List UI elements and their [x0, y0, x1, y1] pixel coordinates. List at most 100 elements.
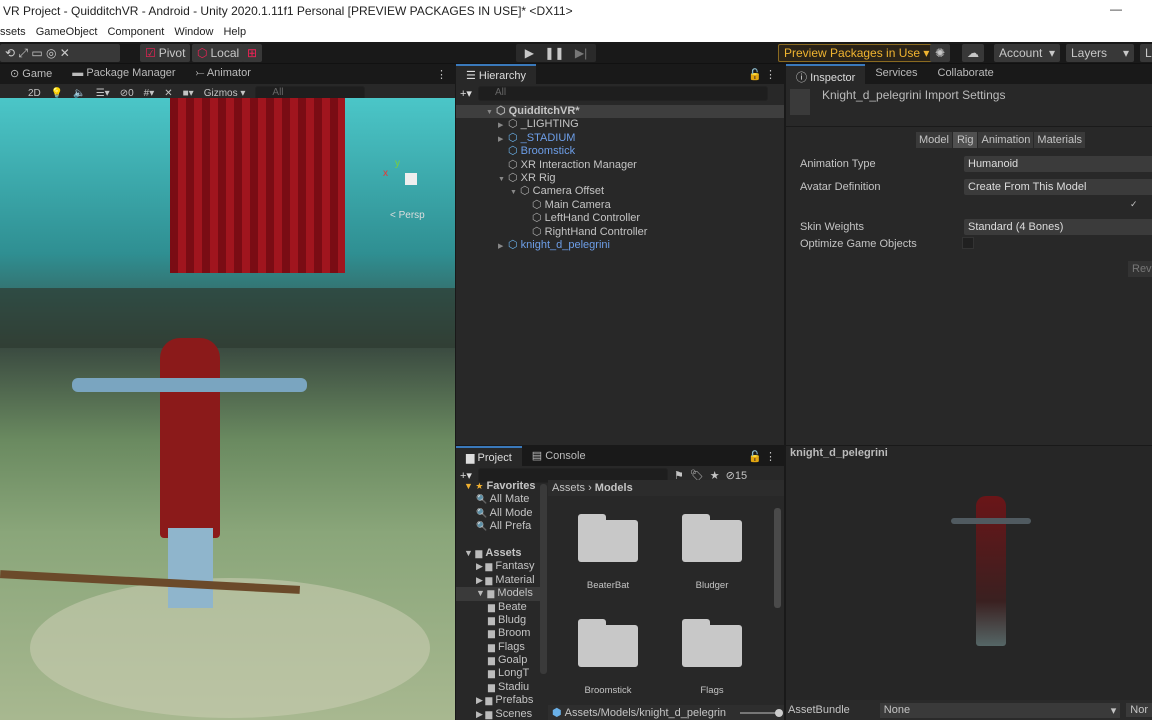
project-tree-item[interactable]: ▼ ★ Favorites	[456, 480, 540, 493]
project-tree-item[interactable]: 🔍 All Mode	[456, 507, 540, 520]
local-toggle[interactable]: ⬡ Local	[192, 44, 245, 62]
project-tree-item[interactable]: ▆ Stadiu	[456, 681, 540, 694]
project-tree-item[interactable]: ▆ Beate	[456, 601, 540, 614]
project-tree-item[interactable]: ▆ Flags	[456, 641, 540, 654]
hierarchy-item[interactable]: ⬡ Broomstick	[456, 145, 784, 158]
menu-item[interactable]: Component	[107, 26, 164, 42]
project-tree-item[interactable]: 🔍 All Prefa	[456, 520, 540, 533]
audio-icon[interactable]: 🔈	[73, 88, 85, 99]
assetbundle-dropdown[interactable]: None ▾	[879, 702, 1121, 718]
grid-scrollbar[interactable]	[774, 508, 781, 608]
folder-icon[interactable]	[578, 514, 638, 562]
skin-weights-dropdown[interactable]: Standard (4 Bones)	[964, 219, 1152, 235]
effects-icon[interactable]: ☰▾	[96, 88, 110, 99]
hierarchy-item[interactable]: ⬡ XR Interaction Manager	[456, 159, 784, 172]
more-menu-icon[interactable]: ⋮	[436, 68, 455, 81]
tab-animator[interactable]: ⤚ Animator	[186, 64, 261, 84]
project-tree-item[interactable]: ▼ ▆ Models	[456, 587, 540, 601]
project-tree-item[interactable]: ▶ ▆ Material	[456, 574, 540, 587]
variant-dropdown[interactable]: Nor	[1126, 703, 1152, 717]
revert-button[interactable]: Rev	[1128, 261, 1152, 277]
menu-item[interactable]: GameObject	[36, 26, 98, 42]
hierarchy-search-input[interactable]: All	[477, 85, 768, 101]
gizmo-cube[interactable]	[405, 173, 417, 185]
camera-icon[interactable]: ■▾	[183, 88, 194, 99]
tab-collaborate[interactable]: Collaborate	[928, 64, 1004, 84]
folder-label[interactable]: Flags	[662, 685, 762, 696]
project-tree-item[interactable]: ▶ ▆ Fantasy	[456, 560, 540, 573]
folder-label[interactable]: Bludger	[662, 580, 762, 591]
hidden-objects-toggle[interactable]: ⊘0	[120, 88, 134, 99]
hierarchy-item[interactable]: ▼ ⬡ XR Rig	[456, 172, 784, 185]
transform-tools[interactable]: ⟲ ⤢ ▭ ◎ ✕	[0, 44, 120, 62]
expand-arrow-icon[interactable]: ▼	[486, 106, 496, 119]
pause-button[interactable]: ❚❚	[544, 46, 564, 60]
lock-icon[interactable]: 🔓 ⋮	[748, 450, 784, 463]
tab-package-manager[interactable]: ▬ Package Manager	[62, 64, 185, 84]
menu-item[interactable]: Window	[174, 26, 213, 42]
tab-game[interactable]: ⊙ Game	[0, 64, 62, 84]
project-tree-item[interactable]: ▆ LongT	[456, 667, 540, 680]
cloud-icon[interactable]: ☁	[962, 44, 984, 62]
lighting-icon[interactable]: 💡	[51, 88, 63, 99]
subtab-rig[interactable]: Rig	[952, 132, 978, 148]
create-button[interactable]: +▾	[460, 87, 472, 100]
expand-arrow-icon[interactable]: ▼	[498, 173, 508, 186]
subtab-animation[interactable]: Animation	[978, 132, 1034, 148]
menu-item[interactable]: ssets	[0, 26, 26, 42]
subtab-materials[interactable]: Materials	[1034, 132, 1086, 148]
tab-console[interactable]: ▤ Console	[522, 446, 596, 466]
folder-label[interactable]: BeaterBat	[558, 580, 658, 591]
hierarchy-item[interactable]: ▶ ⬡ _STADIUM	[456, 132, 784, 145]
menu-item[interactable]: Help	[223, 26, 246, 42]
folder-icon[interactable]	[682, 619, 742, 667]
icon-size-slider[interactable]	[740, 708, 783, 717]
scene-viewport[interactable]: y x < Persp	[0, 98, 455, 720]
hierarchy-item[interactable]: ⬡ Main Camera	[456, 199, 784, 212]
hierarchy-item[interactable]: ▶ ⬡ _LIGHTING	[456, 118, 784, 131]
hierarchy-item[interactable]: ▶ ⬡ knight_d_pelegrini	[456, 239, 784, 252]
folder-icon[interactable]	[578, 619, 638, 667]
project-tree-item[interactable]: ▆ Goalp	[456, 654, 540, 667]
snap-button[interactable]: ⊞	[242, 44, 263, 62]
folder-label[interactable]: Broomstick	[558, 685, 658, 696]
hierarchy-item[interactable]: ▼ ⬡ QuidditchVR*	[456, 105, 784, 119]
persp-label[interactable]: < Persp	[390, 210, 425, 221]
mode-2d-button[interactable]: 2D	[28, 88, 41, 99]
project-tree-item[interactable]: ▶ ▆ Prefabs	[456, 694, 540, 707]
tree-scrollbar[interactable]	[540, 484, 547, 674]
layers-dropdown[interactable]: Layers ▾	[1066, 44, 1134, 62]
pivot-toggle[interactable]: ☑ Pivot	[140, 44, 191, 62]
tools-icon[interactable]: ✕	[164, 88, 172, 99]
account-dropdown[interactable]: Account ▾	[994, 44, 1060, 62]
optimize-checkbox[interactable]	[962, 237, 974, 249]
avatar-definition-dropdown[interactable]: Create From This Model	[964, 179, 1152, 195]
preview-packages-button[interactable]: Preview Packages in Use ▾	[778, 44, 936, 62]
project-tree-item[interactable]: ▆ Bludg	[456, 614, 540, 627]
play-button[interactable]: ▶	[525, 46, 534, 60]
tab-hierarchy[interactable]: ☰ Hierarchy	[456, 64, 536, 84]
expand-arrow-icon[interactable]: ▶	[498, 119, 508, 132]
minimize-button[interactable]: —	[1110, 2, 1122, 16]
tab-services[interactable]: Services	[865, 64, 927, 84]
hierarchy-item[interactable]: ⬡ RightHand Controller	[456, 226, 784, 239]
expand-arrow-icon[interactable]: ▶	[498, 240, 508, 253]
project-tree-item[interactable]: ▆ Broom	[456, 627, 540, 640]
breadcrumb-models[interactable]: Models	[595, 482, 633, 494]
grid-icon[interactable]: #▾	[144, 88, 155, 99]
tab-project[interactable]: ▆ Project	[456, 446, 522, 466]
subtab-model[interactable]: Model	[916, 132, 952, 148]
hierarchy-item[interactable]: ▼ ⬡ Camera Offset	[456, 185, 784, 198]
project-tree-item[interactable]: 🔍 All Mate	[456, 493, 540, 506]
layout-dropdown[interactable]: L	[1140, 44, 1152, 62]
expand-arrow-icon[interactable]: ▼	[510, 186, 520, 199]
tab-inspector[interactable]: ⓘ Inspector	[786, 64, 866, 84]
step-button[interactable]: ▶|	[575, 46, 587, 60]
expand-arrow-icon[interactable]: ▶	[498, 133, 508, 146]
lock-icon[interactable]: 🔓 ⋮	[748, 68, 784, 81]
project-tree-item[interactable]: ▼ ▆ Assets	[456, 547, 540, 560]
gizmos-dropdown[interactable]: Gizmos ▾	[204, 88, 246, 99]
project-tree-item[interactable]: ▶ ▆ Scenes	[456, 708, 540, 720]
hierarchy-item[interactable]: ⬡ LeftHand Controller	[456, 212, 784, 225]
scene-gizmo[interactable]: y	[395, 158, 400, 169]
